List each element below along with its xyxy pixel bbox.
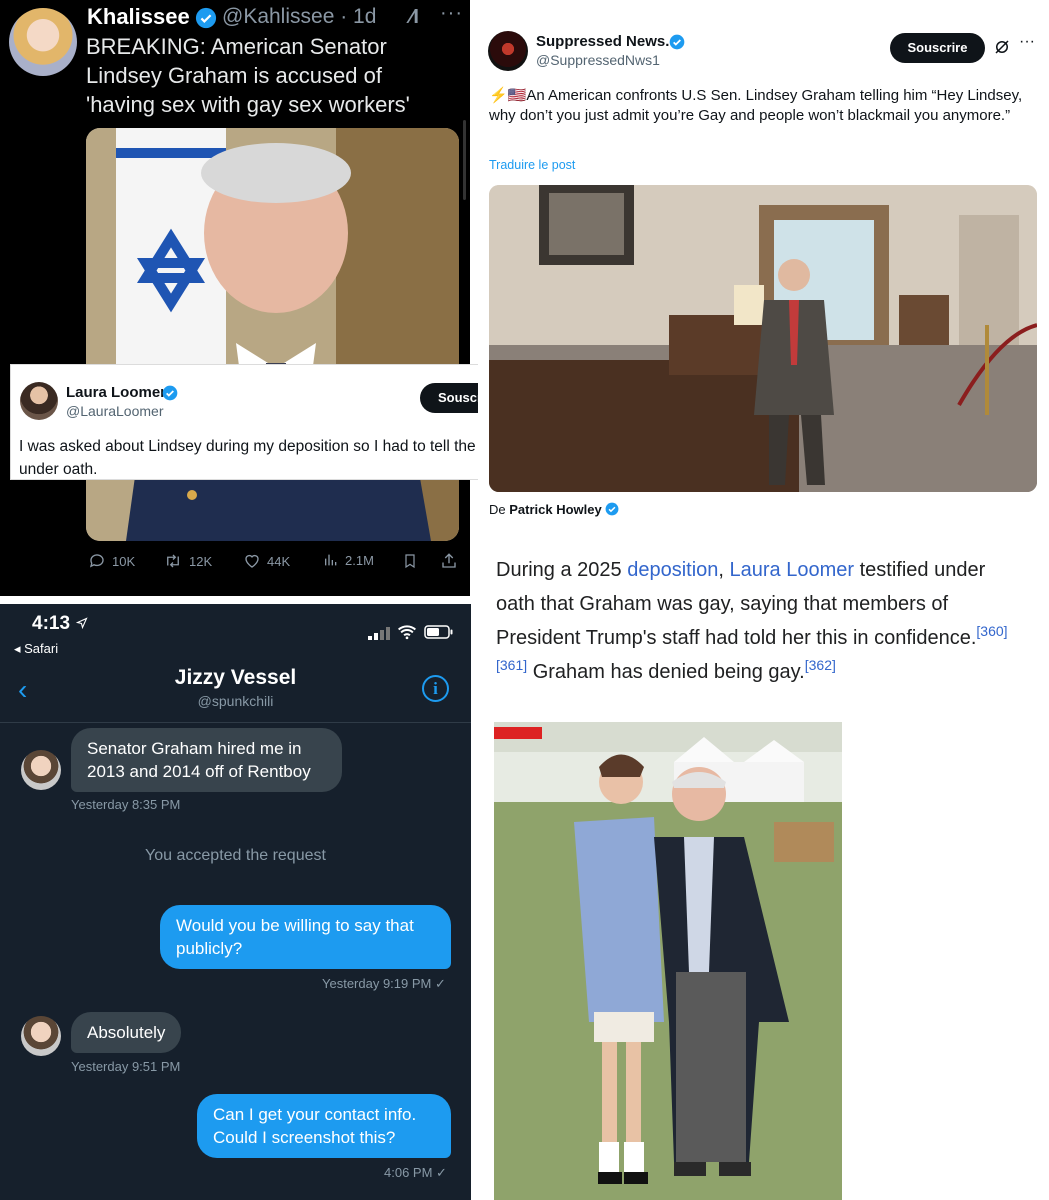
- wiki-paragraph: During a 2025 deposition, Laura Loomer t…: [496, 553, 1016, 689]
- views-icon: [325, 554, 337, 566]
- signal-icon: [368, 627, 390, 640]
- back-to-safari-link[interactable]: ◂ Safari: [14, 641, 58, 657]
- grok-icon[interactable]: ⁄I: [410, 6, 419, 29]
- message-bubble-incoming[interactable]: Senator Graham hired me in 2013 and 2014…: [71, 728, 342, 792]
- views-count: 2.1M: [345, 552, 374, 568]
- message-bubble-incoming[interactable]: Absolutely: [71, 1012, 182, 1053]
- reply-count: 10K: [112, 553, 136, 569]
- contact-avatar[interactable]: [21, 1016, 61, 1056]
- subscribe-button[interactable]: Souscrire: [890, 33, 985, 63]
- graham-with-woman-image: [494, 722, 842, 1200]
- tweet-suppressed-news: Suppressed News. @SuppressedNws1 Souscri…: [478, 18, 1049, 526]
- avatar[interactable]: [9, 8, 77, 76]
- more-options-icon[interactable]: ···: [440, 2, 463, 25]
- deposition-link[interactable]: deposition: [627, 559, 718, 581]
- author-name[interactable]: Suppressed News.: [536, 33, 669, 50]
- verified-badge-icon: [605, 502, 619, 516]
- author-name[interactable]: Laura Loomer: [66, 384, 166, 401]
- credit-name[interactable]: Patrick Howley: [509, 502, 602, 517]
- battery-icon: [424, 625, 453, 639]
- reference-361[interactable]: [361]: [496, 657, 527, 673]
- contact-handle[interactable]: @spunkchili: [0, 693, 471, 709]
- tweet-text: BREAKING: American Senator Lindsey Graha…: [86, 34, 410, 117]
- translate-link[interactable]: Traduire le post: [489, 158, 575, 172]
- divider: [0, 722, 471, 723]
- photo-credit: De Patrick Howley: [489, 502, 619, 517]
- location-arrow-icon: [76, 617, 88, 629]
- grok-icon[interactable]: [993, 38, 1011, 56]
- verified-badge-icon: [195, 7, 217, 29]
- tweet-text: ⚡🇺🇸An American confronts U.S Sen. Lindse…: [489, 87, 1023, 124]
- wiki-text: During a 2025: [496, 559, 628, 581]
- message-timestamp: Yesterday 9:51 PM: [71, 1059, 181, 1074]
- status-time: 4:13: [32, 613, 71, 634]
- like-action[interactable]: 44K: [243, 552, 290, 570]
- author-name[interactable]: Khalissee: [87, 4, 190, 30]
- like-count: 44K: [267, 553, 291, 569]
- contact-avatar[interactable]: [21, 750, 61, 790]
- verified-badge-icon: [162, 385, 178, 401]
- tweet-khalissee: Khalissee @Kahlissee · 1d ⁄I ··· BREAKIN…: [0, 0, 470, 596]
- avatar[interactable]: [488, 31, 528, 71]
- message-timestamp: 4:06 PM ✓: [384, 1165, 447, 1180]
- reference-362[interactable]: [362]: [805, 657, 836, 673]
- laura-loomer-link[interactable]: Laura Loomer: [730, 559, 855, 581]
- scrollbar[interactable]: [463, 120, 466, 200]
- author-handle[interactable]: @Kahlissee · 1d: [222, 5, 376, 29]
- info-icon[interactable]: i: [422, 675, 449, 702]
- wiki-text: ,: [718, 559, 730, 581]
- retweet-count: 12K: [189, 553, 213, 569]
- message-bubble-outgoing[interactable]: Can I get your contact info. Could I scr…: [197, 1094, 451, 1158]
- reply-action[interactable]: 10K: [88, 552, 135, 570]
- retweet-action[interactable]: 12K: [163, 552, 212, 570]
- tweet-photo[interactable]: [489, 185, 1037, 492]
- credit-prefix: De: [489, 502, 506, 517]
- wiki-excerpt: During a 2025 deposition, Laura Loomer t…: [478, 540, 1049, 720]
- author-handle[interactable]: @LauraLoomer: [66, 403, 164, 419]
- retweet-icon: [167, 554, 179, 568]
- author-handle[interactable]: @SuppressedNws1: [536, 52, 660, 68]
- reference-360[interactable]: [360]: [976, 623, 1007, 639]
- wiki-text: Graham has denied being gay.: [527, 661, 805, 683]
- more-options-icon[interactable]: ···: [1019, 33, 1035, 51]
- wiki-photo: [494, 722, 842, 1200]
- avatar[interactable]: [20, 382, 58, 420]
- verified-badge-icon: [669, 34, 685, 50]
- reply-icon: [89, 554, 104, 568]
- message-bubble-outgoing[interactable]: Would you be willing to say that publicl…: [160, 905, 451, 969]
- views-action[interactable]: 2.1M: [323, 552, 374, 568]
- system-message: You accepted the request: [145, 847, 326, 864]
- contact-name[interactable]: Jizzy Vessel: [0, 666, 471, 690]
- wifi-icon: [398, 625, 416, 640]
- bookmark-icon[interactable]: [402, 552, 418, 570]
- heart-icon: [245, 554, 259, 568]
- tweet-actions: 10K 12K 44K 2.1M: [86, 552, 461, 576]
- dm-screen: 4:13 ◂ Safari ‹ Jizzy Vessel @spunkchili…: [0, 604, 471, 1200]
- share-icon[interactable]: [440, 552, 458, 570]
- hallway-photo-image: [489, 185, 1037, 492]
- message-timestamp: Yesterday 8:35 PM: [71, 797, 181, 812]
- message-timestamp: Yesterday 9:19 PM ✓: [322, 976, 446, 991]
